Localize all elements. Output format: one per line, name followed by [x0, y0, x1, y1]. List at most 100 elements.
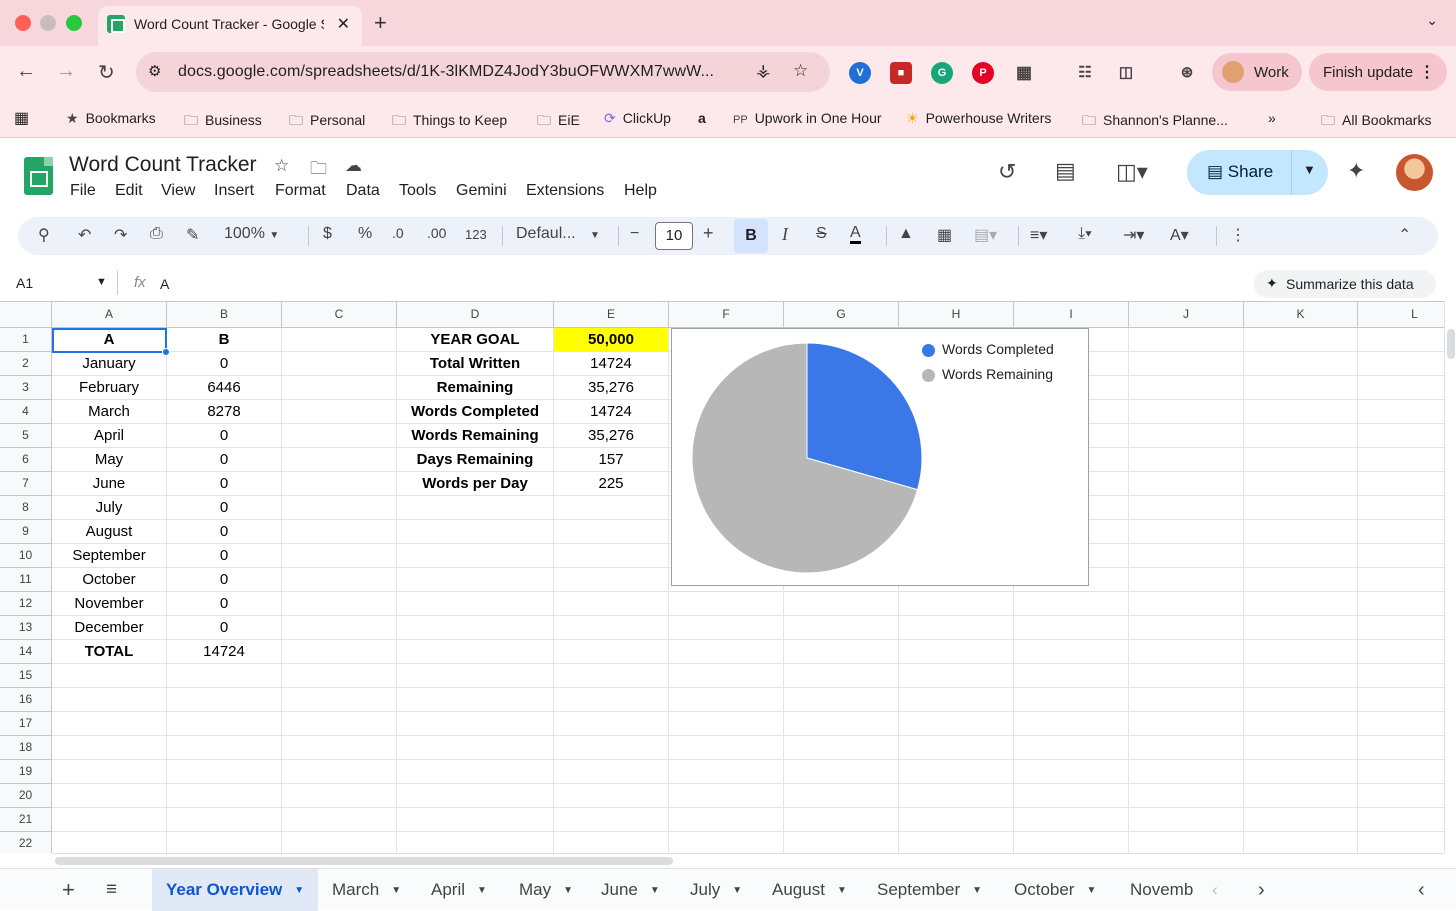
vertical-scrollbar[interactable]	[1444, 301, 1456, 853]
reload-icon[interactable]: ↻	[98, 60, 115, 85]
text-rotation-icon[interactable]: A▾	[1170, 225, 1189, 245]
row-header[interactable]: 20	[0, 784, 52, 808]
more-bookmarks-icon[interactable]: »	[1268, 110, 1276, 126]
browser-tab[interactable]: Word Count Tracker - Google Sheets ✕	[98, 6, 362, 46]
column-header[interactable]: B	[167, 302, 282, 328]
finish-update-button[interactable]: Finish update ⋮	[1309, 53, 1447, 91]
spreadsheet-grid[interactable]: ABCDEFGHIJKL 1 2 3 4 5 6 7 8 9 10 11 12 13 14 15 16 17 18…	[0, 301, 1444, 853]
zoom-select[interactable]: 100% ▼	[224, 225, 279, 243]
move-folder-icon[interactable]: 🗀	[310, 156, 327, 185]
horizontal-scrollbar[interactable]	[52, 853, 1444, 867]
cell[interactable]: Words Remaining	[397, 424, 553, 448]
menu-tools[interactable]: Tools	[399, 182, 436, 200]
cell[interactable]: 35,276	[554, 376, 668, 400]
minimize-window-button[interactable]	[40, 15, 56, 31]
bookmark-item[interactable]: 🗀 EiE	[537, 110, 580, 134]
number-format-button[interactable]: 123	[465, 227, 487, 242]
column-header[interactable]: L	[1358, 302, 1444, 328]
cell[interactable]: May	[52, 448, 166, 472]
redo-icon[interactable]: ↷	[114, 225, 127, 245]
bookmark-item[interactable]: 🗀 Business	[184, 110, 262, 134]
extensions-puzzle-icon[interactable]: ▦	[1013, 62, 1035, 84]
column-header[interactable]: J	[1129, 302, 1244, 328]
summarize-data-button[interactable]: ✦ Summarize this data	[1254, 270, 1436, 298]
fill-handle[interactable]	[162, 348, 170, 356]
undo-icon[interactable]: ↶	[78, 225, 91, 245]
row-header[interactable]: 21	[0, 808, 52, 832]
cell[interactable]: YEAR GOAL	[397, 328, 553, 352]
close-window-button[interactable]	[15, 15, 31, 31]
forward-arrow-icon[interactable]: →	[56, 60, 76, 83]
cell[interactable]: 50,000	[554, 328, 668, 352]
explore-collapse-icon[interactable]: ‹	[1418, 869, 1425, 911]
scroll-tabs-right-icon[interactable]: ›	[1258, 869, 1265, 911]
cell[interactable]: 0	[167, 616, 281, 640]
row-header[interactable]: 7	[0, 472, 52, 496]
share-button[interactable]: ▤ Share ▼	[1187, 150, 1328, 195]
comments-icon[interactable]: ▤	[1055, 158, 1076, 184]
menu-extensions[interactable]: Extensions	[526, 182, 604, 200]
bookmark-item[interactable]: 🗀 Things to Keep	[392, 110, 507, 134]
column-header[interactable]: G	[784, 302, 899, 328]
column-header[interactable]: K	[1244, 302, 1358, 328]
cell[interactable]: Remaining	[397, 376, 553, 400]
extension-v-icon[interactable]: V	[849, 62, 871, 84]
percent-format-button[interactable]: %	[358, 225, 372, 243]
row-header[interactable]: 11	[0, 568, 52, 592]
device-icon[interactable]: ◫	[1115, 62, 1137, 84]
row-header[interactable]: 1	[0, 328, 52, 352]
vertical-align-icon[interactable]: ⤓▾	[1078, 225, 1092, 243]
profile-button[interactable]: Work	[1212, 53, 1302, 91]
version-history-icon[interactable]: ↺	[998, 159, 1016, 185]
cell[interactable]: November	[52, 592, 166, 616]
sheet-tab[interactable]: April ▼	[417, 869, 505, 911]
sheet-tab[interactable]: August ▼	[758, 869, 863, 911]
pie-chart[interactable]: Words Completed Words Remaining	[671, 328, 1089, 586]
column-header[interactable]: F	[669, 302, 784, 328]
decrease-font-size-button[interactable]: −	[630, 225, 639, 243]
cell[interactable]: December	[52, 616, 166, 640]
cell[interactable]: 14724	[554, 400, 668, 424]
cell[interactable]: 157	[554, 448, 668, 472]
menu-data[interactable]: Data	[346, 182, 380, 200]
cell[interactable]: June	[52, 472, 166, 496]
bookmark-item[interactable]: 🗀 Personal	[289, 110, 365, 134]
row-header[interactable]: 4	[0, 400, 52, 424]
cell[interactable]: 225	[554, 472, 668, 496]
back-arrow-icon[interactable]: ←	[16, 60, 36, 83]
cell[interactable]: Days Remaining	[397, 448, 553, 472]
row-header[interactable]: 5	[0, 424, 52, 448]
star-icon[interactable]: ☆	[274, 156, 289, 176]
pinterest-icon[interactable]: P	[972, 62, 994, 84]
gemini-sparkle-icon[interactable]: ✦	[1347, 158, 1365, 184]
cell[interactable]: Words per Day	[397, 472, 553, 496]
tab-close-icon[interactable]: ✕	[337, 14, 350, 34]
cell[interactable]: 0	[167, 352, 281, 376]
cell[interactable]: 0	[167, 568, 281, 592]
cell[interactable]: 0	[167, 424, 281, 448]
strikethrough-button[interactable]: S	[816, 225, 827, 243]
bookmark-item[interactable]: 🗀 All Bookmarks	[1321, 110, 1431, 134]
apps-grid-icon[interactable]: ▦	[14, 108, 29, 128]
amazon-icon[interactable]: a	[698, 110, 706, 126]
cell[interactable]: 0	[167, 472, 281, 496]
search-menus-icon[interactable]: ⚲	[38, 225, 50, 245]
increase-decimal-button[interactable]: .00	[427, 225, 446, 241]
cell[interactable]: April	[52, 424, 166, 448]
column-header[interactable]: H	[899, 302, 1014, 328]
column-header[interactable]: D	[397, 302, 554, 328]
cell[interactable]: TOTAL	[52, 640, 166, 664]
bookmark-star-icon[interactable]: ☆	[793, 61, 808, 81]
document-title[interactable]: Word Count Tracker	[69, 153, 257, 177]
text-wrapping-icon[interactable]: ⇥▾	[1123, 225, 1144, 245]
cell[interactable]: 35,276	[554, 424, 668, 448]
print-icon[interactable]: ⎙	[150, 225, 163, 243]
sheet-tab[interactable]: March ▼	[318, 869, 417, 911]
cell[interactable]: August	[52, 520, 166, 544]
borders-icon[interactable]: ▦	[937, 225, 952, 245]
maximize-window-button[interactable]	[66, 15, 82, 31]
key-icon[interactable]: ⚶	[756, 61, 770, 81]
cell[interactable]: January	[52, 352, 166, 376]
row-header[interactable]: 3	[0, 376, 52, 400]
font-size-input[interactable]: 10	[655, 222, 693, 250]
